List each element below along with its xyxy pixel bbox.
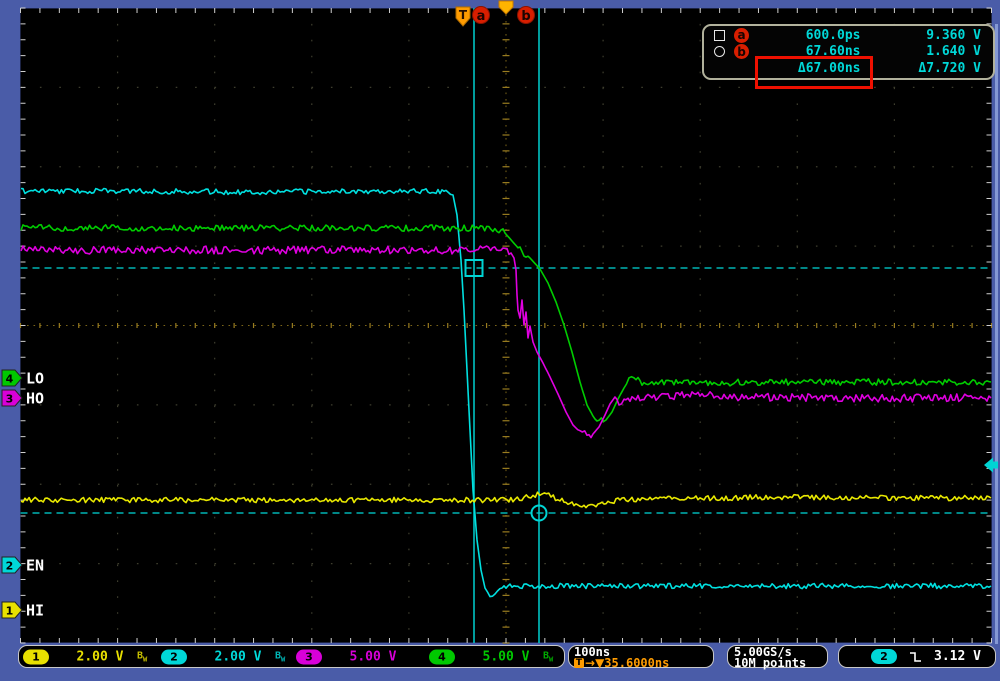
signal-label-en: EN [26,557,44,575]
cursor-b-volts: 1.640 V [871,44,984,59]
channel-2-bandwidth-icon: BW [275,650,285,663]
svg-text:1: 1 [6,605,14,618]
svg-text:a: a [477,9,486,24]
cursor-a-volts: 9.360 V [871,28,984,43]
cursor-b-circle-icon [714,46,725,57]
channel-1-bandwidth-icon: BW [137,650,147,663]
channel-1-scale: 2.00 V [63,649,137,664]
horizontal-settings-box[interactable]: 100ns T → ▼ 35.6000ns [568,645,714,668]
acquisition-box[interactable]: 5.00GS/s 10M points [727,645,828,668]
channel-4-scale: 5.00 V [469,649,543,664]
channel-4-badge[interactable]: 4 [429,649,455,664]
signal-label-hi: HI [26,602,44,620]
svg-text:2: 2 [6,560,14,573]
channel-3-badge[interactable]: 3 [296,649,322,664]
svg-text:b: b [521,9,530,24]
svg-text:4: 4 [6,373,14,386]
trigger-time-value: 35.6000ns [604,658,669,668]
signal-label-lo: LO [26,370,44,388]
oscilloscope-screen: Tab4LO3HO2EN1HI a 600.0ps 9.360 V b 67.6… [0,0,1000,681]
channel-1-badge[interactable]: 1 [23,649,49,664]
trigger-pointer-icon: ▼ [595,658,604,668]
trigger-source-badge: 2 [871,649,897,664]
falling-edge-icon [909,650,922,664]
cursor-delta-volts: Δ7.720 V [871,61,984,76]
cursor-a-badge: a [734,28,749,43]
trigger-position-icon[interactable] [499,1,513,14]
record-length: 10M points [734,658,821,668]
trigger-level-arrow[interactable] [984,458,998,473]
channel-2-badge[interactable]: 2 [161,649,187,664]
arrow-right-icon: → [585,658,595,668]
trigger-t-label: T [459,8,468,22]
trace-ch1-hi [21,492,991,507]
channel-4-bandwidth-icon: BW [543,650,553,663]
svg-text:3: 3 [6,393,14,406]
waveform-display: Tab4LO3HO2EN1HI [0,0,1000,681]
trigger-level-value: 3.12 V [934,649,981,664]
cursor-a-square-icon [714,30,725,41]
trigger-t-icon: T [574,658,584,668]
trigger-settings-box[interactable]: 2 3.12 V [838,645,996,668]
signal-label-ho: HO [26,390,44,408]
channel-3-scale: 5.00 V [336,649,410,664]
channel-settings-box[interactable]: 12.00 VBW22.00 VBW35.00 V45.00 VBW [18,645,565,668]
delta-time-highlight [755,56,873,89]
cursor-b-badge: b [734,44,749,59]
channel-2-scale: 2.00 V [201,649,275,664]
cursor-a-time: 600.0ps [758,28,871,43]
